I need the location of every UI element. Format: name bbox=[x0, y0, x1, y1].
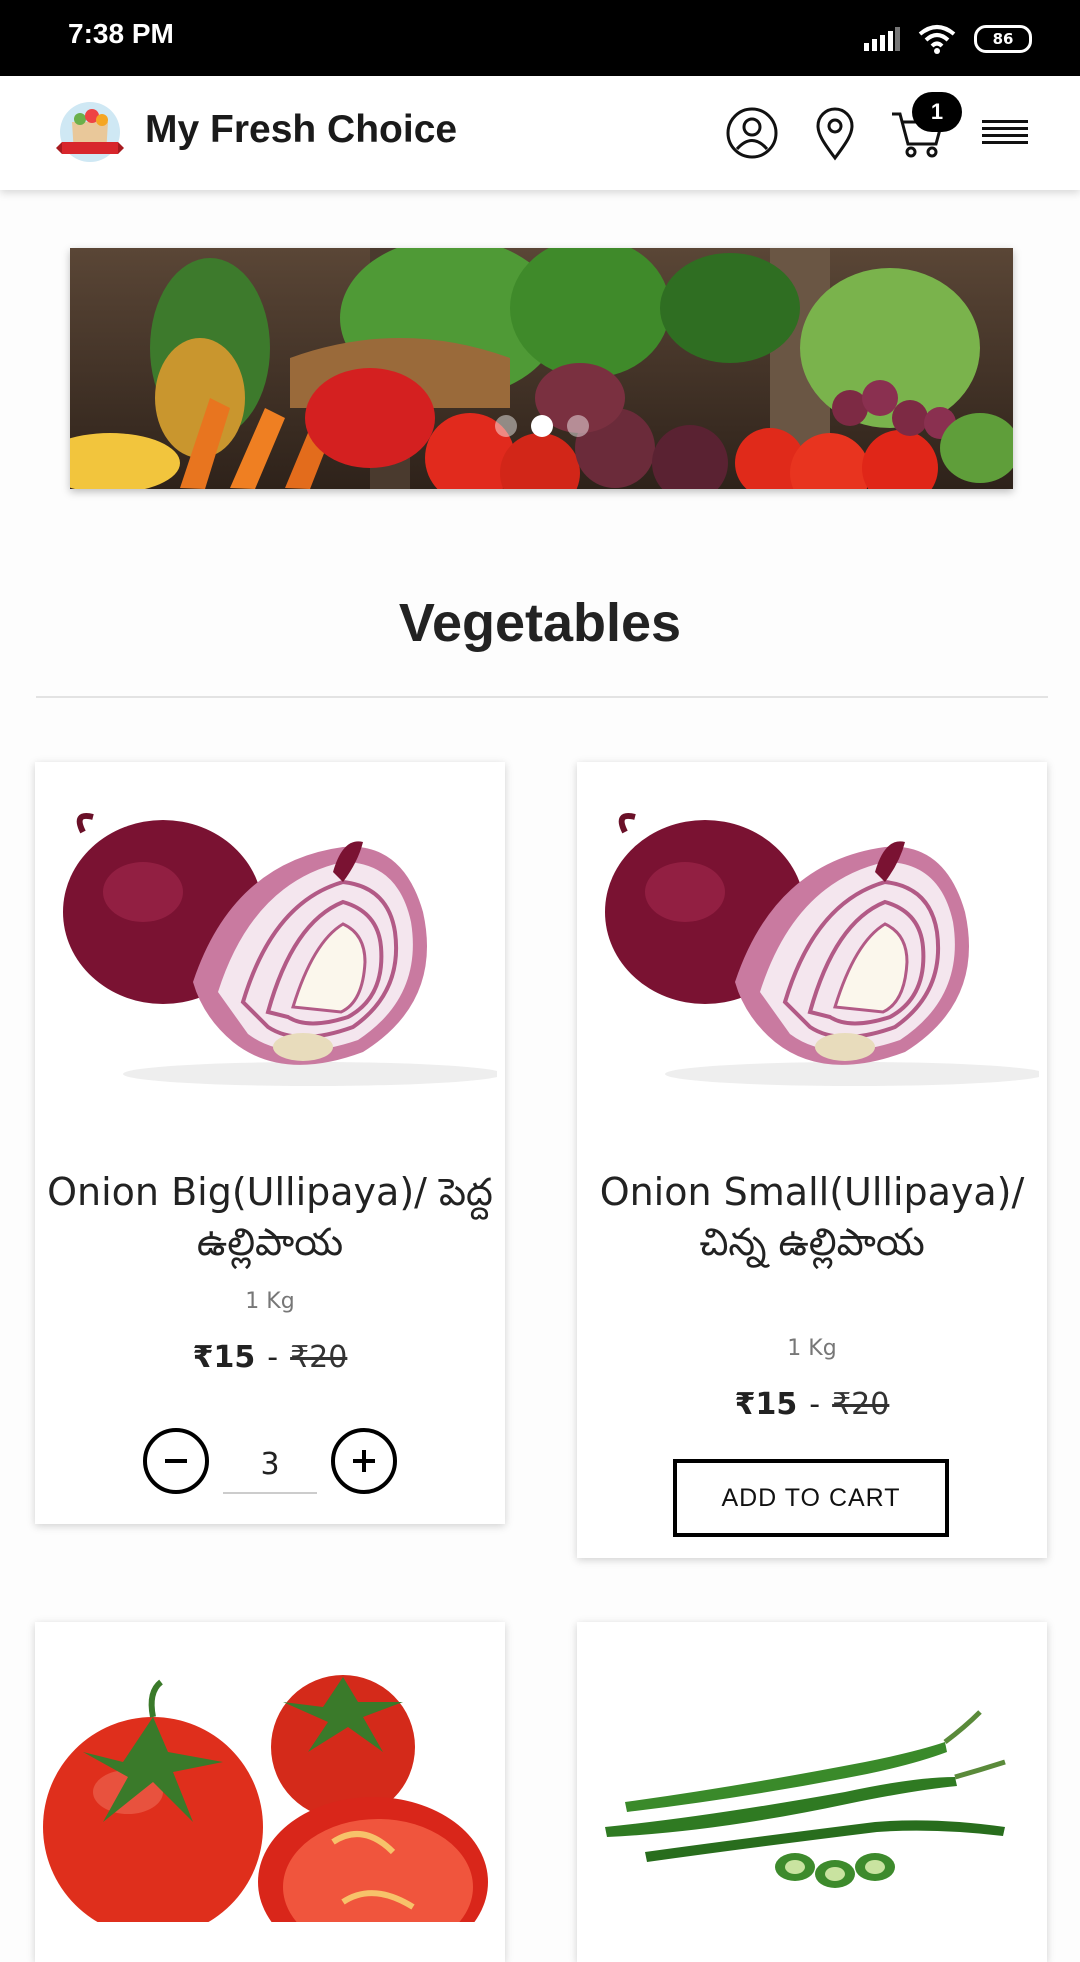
product-unit: 1 Kg bbox=[787, 1336, 837, 1361]
status-time: 7:38 PM bbox=[68, 18, 174, 49]
product-card[interactable]: Onion Small(Ullipaya)/ చిన్న ఉల్లిపాయ 1 … bbox=[577, 762, 1047, 1558]
price-separator: - bbox=[267, 1340, 279, 1375]
battery-icon: 86 bbox=[974, 25, 1032, 53]
location-pin-icon[interactable] bbox=[806, 104, 864, 162]
section-divider bbox=[36, 696, 1048, 698]
product-card[interactable]: Onion Big(Ullipaya)/ పెద్ద ఉల్లిపాయ 1 Kg… bbox=[35, 762, 505, 1524]
green-chilli-image bbox=[605, 1710, 1006, 1888]
minus-icon bbox=[165, 1459, 187, 1463]
status-icons: 86 bbox=[864, 22, 1032, 56]
product-card[interactable] bbox=[35, 1622, 505, 1962]
menu-icon[interactable] bbox=[976, 104, 1034, 162]
app-title: My Fresh Choice bbox=[145, 108, 458, 151]
quantity-stepper: 3 bbox=[35, 1428, 505, 1494]
signal-icon bbox=[864, 27, 900, 51]
product-unit: 1 Kg bbox=[245, 1289, 295, 1314]
original-price: ₹20 bbox=[290, 1340, 348, 1375]
product-price: ₹15- ₹20 bbox=[35, 1340, 505, 1375]
onion-image bbox=[63, 813, 497, 1086]
increment-button[interactable] bbox=[331, 1428, 397, 1494]
onion-image bbox=[605, 813, 1039, 1086]
user-icon[interactable] bbox=[723, 104, 781, 162]
tomato-image bbox=[43, 1675, 488, 1922]
section-title: Vegetables bbox=[398, 593, 682, 653]
app-header: My Fresh Choice 1 bbox=[0, 76, 1080, 190]
plus-icon bbox=[353, 1450, 375, 1472]
sale-price: ₹15 bbox=[734, 1387, 798, 1422]
product-price: ₹15- ₹20 bbox=[577, 1387, 1047, 1422]
sale-price: ₹15 bbox=[192, 1340, 256, 1375]
carousel-dot[interactable] bbox=[494, 415, 517, 437]
wifi-icon bbox=[918, 25, 956, 54]
status-bar: 7:38 PM 86 bbox=[0, 0, 1080, 76]
product-name: Onion Small(Ullipaya)/ చిన్న ఉల్లిపాయ bbox=[599, 1170, 1025, 1264]
carousel-dot[interactable] bbox=[566, 415, 589, 437]
banner-vegetables-image bbox=[70, 248, 1013, 489]
price-separator: - bbox=[809, 1387, 821, 1422]
product-card[interactable] bbox=[577, 1622, 1047, 1962]
quantity-field[interactable]: 3 bbox=[223, 1447, 317, 1494]
original-price: ₹20 bbox=[832, 1387, 890, 1422]
carousel-dot-active[interactable] bbox=[530, 415, 553, 437]
add-to-cart-button[interactable]: ADD TO CART bbox=[673, 1459, 949, 1537]
cart-count-badge: 1 bbox=[912, 92, 962, 132]
decrement-button[interactable] bbox=[143, 1428, 209, 1494]
carousel-dots bbox=[70, 415, 1013, 437]
app-logo-icon bbox=[56, 102, 124, 162]
product-name: Onion Big(Ullipaya)/ పెద్ద ఉల్లిపాయ bbox=[47, 1170, 493, 1264]
promo-banner-carousel[interactable] bbox=[70, 248, 1013, 489]
